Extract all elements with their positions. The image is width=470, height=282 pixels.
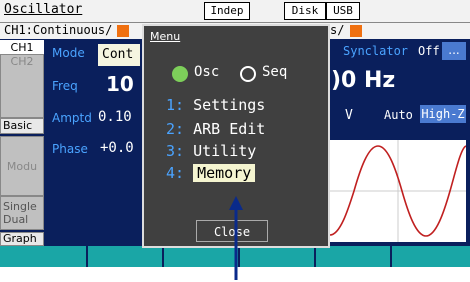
seq-radio[interactable]	[240, 66, 256, 82]
menu-item-label: Settings	[193, 96, 266, 114]
phase-value[interactable]: +0.0	[100, 140, 134, 156]
up-arrow-icon	[229, 196, 243, 280]
amptd-label: Amptd	[52, 111, 92, 125]
waveform-graph	[329, 140, 467, 242]
indep-button[interactable]: Indep	[204, 2, 250, 20]
amptd-value[interactable]: 0.10	[98, 109, 132, 125]
highz-button[interactable]: High-Z	[420, 105, 466, 123]
auto-label[interactable]: Auto	[384, 108, 413, 122]
mode-label: Mode	[52, 46, 85, 60]
tab-basic[interactable]: Basic	[0, 118, 44, 134]
more-button[interactable]: ...	[442, 42, 466, 60]
usb-button[interactable]: USB	[326, 2, 360, 20]
top-bar: Oscillator Indep Disk USB	[0, 0, 470, 23]
tab-basic-label: Basic	[3, 119, 33, 132]
soft-key-divider	[162, 246, 164, 267]
freq-unit-display: )0 Hz	[331, 68, 396, 93]
phase-label: Phase	[52, 142, 88, 156]
tab-single-dual[interactable]: Single Dual	[0, 196, 44, 230]
tab-modu-label: Modu	[6, 160, 38, 173]
soft-key-divider	[86, 246, 88, 267]
menu-item-number: 4:	[166, 164, 185, 182]
tab-graph-label: Graph	[3, 232, 37, 245]
tab-graph[interactable]: Graph	[0, 232, 44, 246]
freq-label: Freq	[52, 79, 78, 93]
tab-single-label: Single	[3, 200, 37, 213]
ch1-color-marker	[117, 25, 129, 37]
ch2-status-tail: s/	[330, 23, 345, 37]
synclator-label: Synclator	[343, 44, 409, 58]
menu-item-number: 2:	[166, 120, 185, 138]
osc-radio[interactable]	[172, 66, 188, 82]
synclator-value[interactable]: Off	[418, 44, 440, 58]
freq-value[interactable]: 10	[106, 72, 134, 96]
soft-key-divider	[314, 246, 316, 267]
menu-item-label: Memory	[193, 164, 256, 182]
sine-wave-icon	[329, 140, 467, 242]
menu-item-label: Utility	[193, 142, 257, 160]
menu-title: Menu	[150, 30, 181, 43]
menu-item-utility[interactable]: 3: Utility	[166, 142, 256, 160]
ch1-status: CH1:Continuous/	[4, 23, 113, 37]
seq-radio-label: Seq	[262, 64, 288, 80]
tab-ch2-label: CH2	[10, 55, 34, 68]
soft-key-divider	[390, 246, 392, 267]
tab-ch2[interactable]: CH2	[0, 54, 44, 118]
tab-ch1-label: CH1	[10, 41, 34, 54]
tab-ch1[interactable]: CH1	[0, 40, 44, 54]
menu-item-settings[interactable]: 1: Settings	[166, 96, 265, 114]
page-title: Oscillator	[4, 2, 83, 17]
menu-item-label: ARB Edit	[193, 120, 266, 138]
menu-item-number: 1:	[166, 96, 185, 114]
ch2-color-marker	[350, 25, 362, 37]
osc-radio-label: Osc	[194, 64, 220, 80]
menu-item-arb-edit[interactable]: 2: ARB Edit	[166, 120, 265, 138]
menu-item-number: 3:	[166, 142, 185, 160]
mode-value[interactable]: Cont	[98, 44, 140, 66]
menu-item-memory[interactable]: 4: Memory	[166, 164, 256, 182]
amptd-unit: V	[345, 108, 353, 123]
tab-dual-label: Dual	[3, 213, 29, 226]
disk-button[interactable]: Disk	[284, 2, 326, 20]
tab-modu[interactable]: Modu	[0, 136, 44, 196]
